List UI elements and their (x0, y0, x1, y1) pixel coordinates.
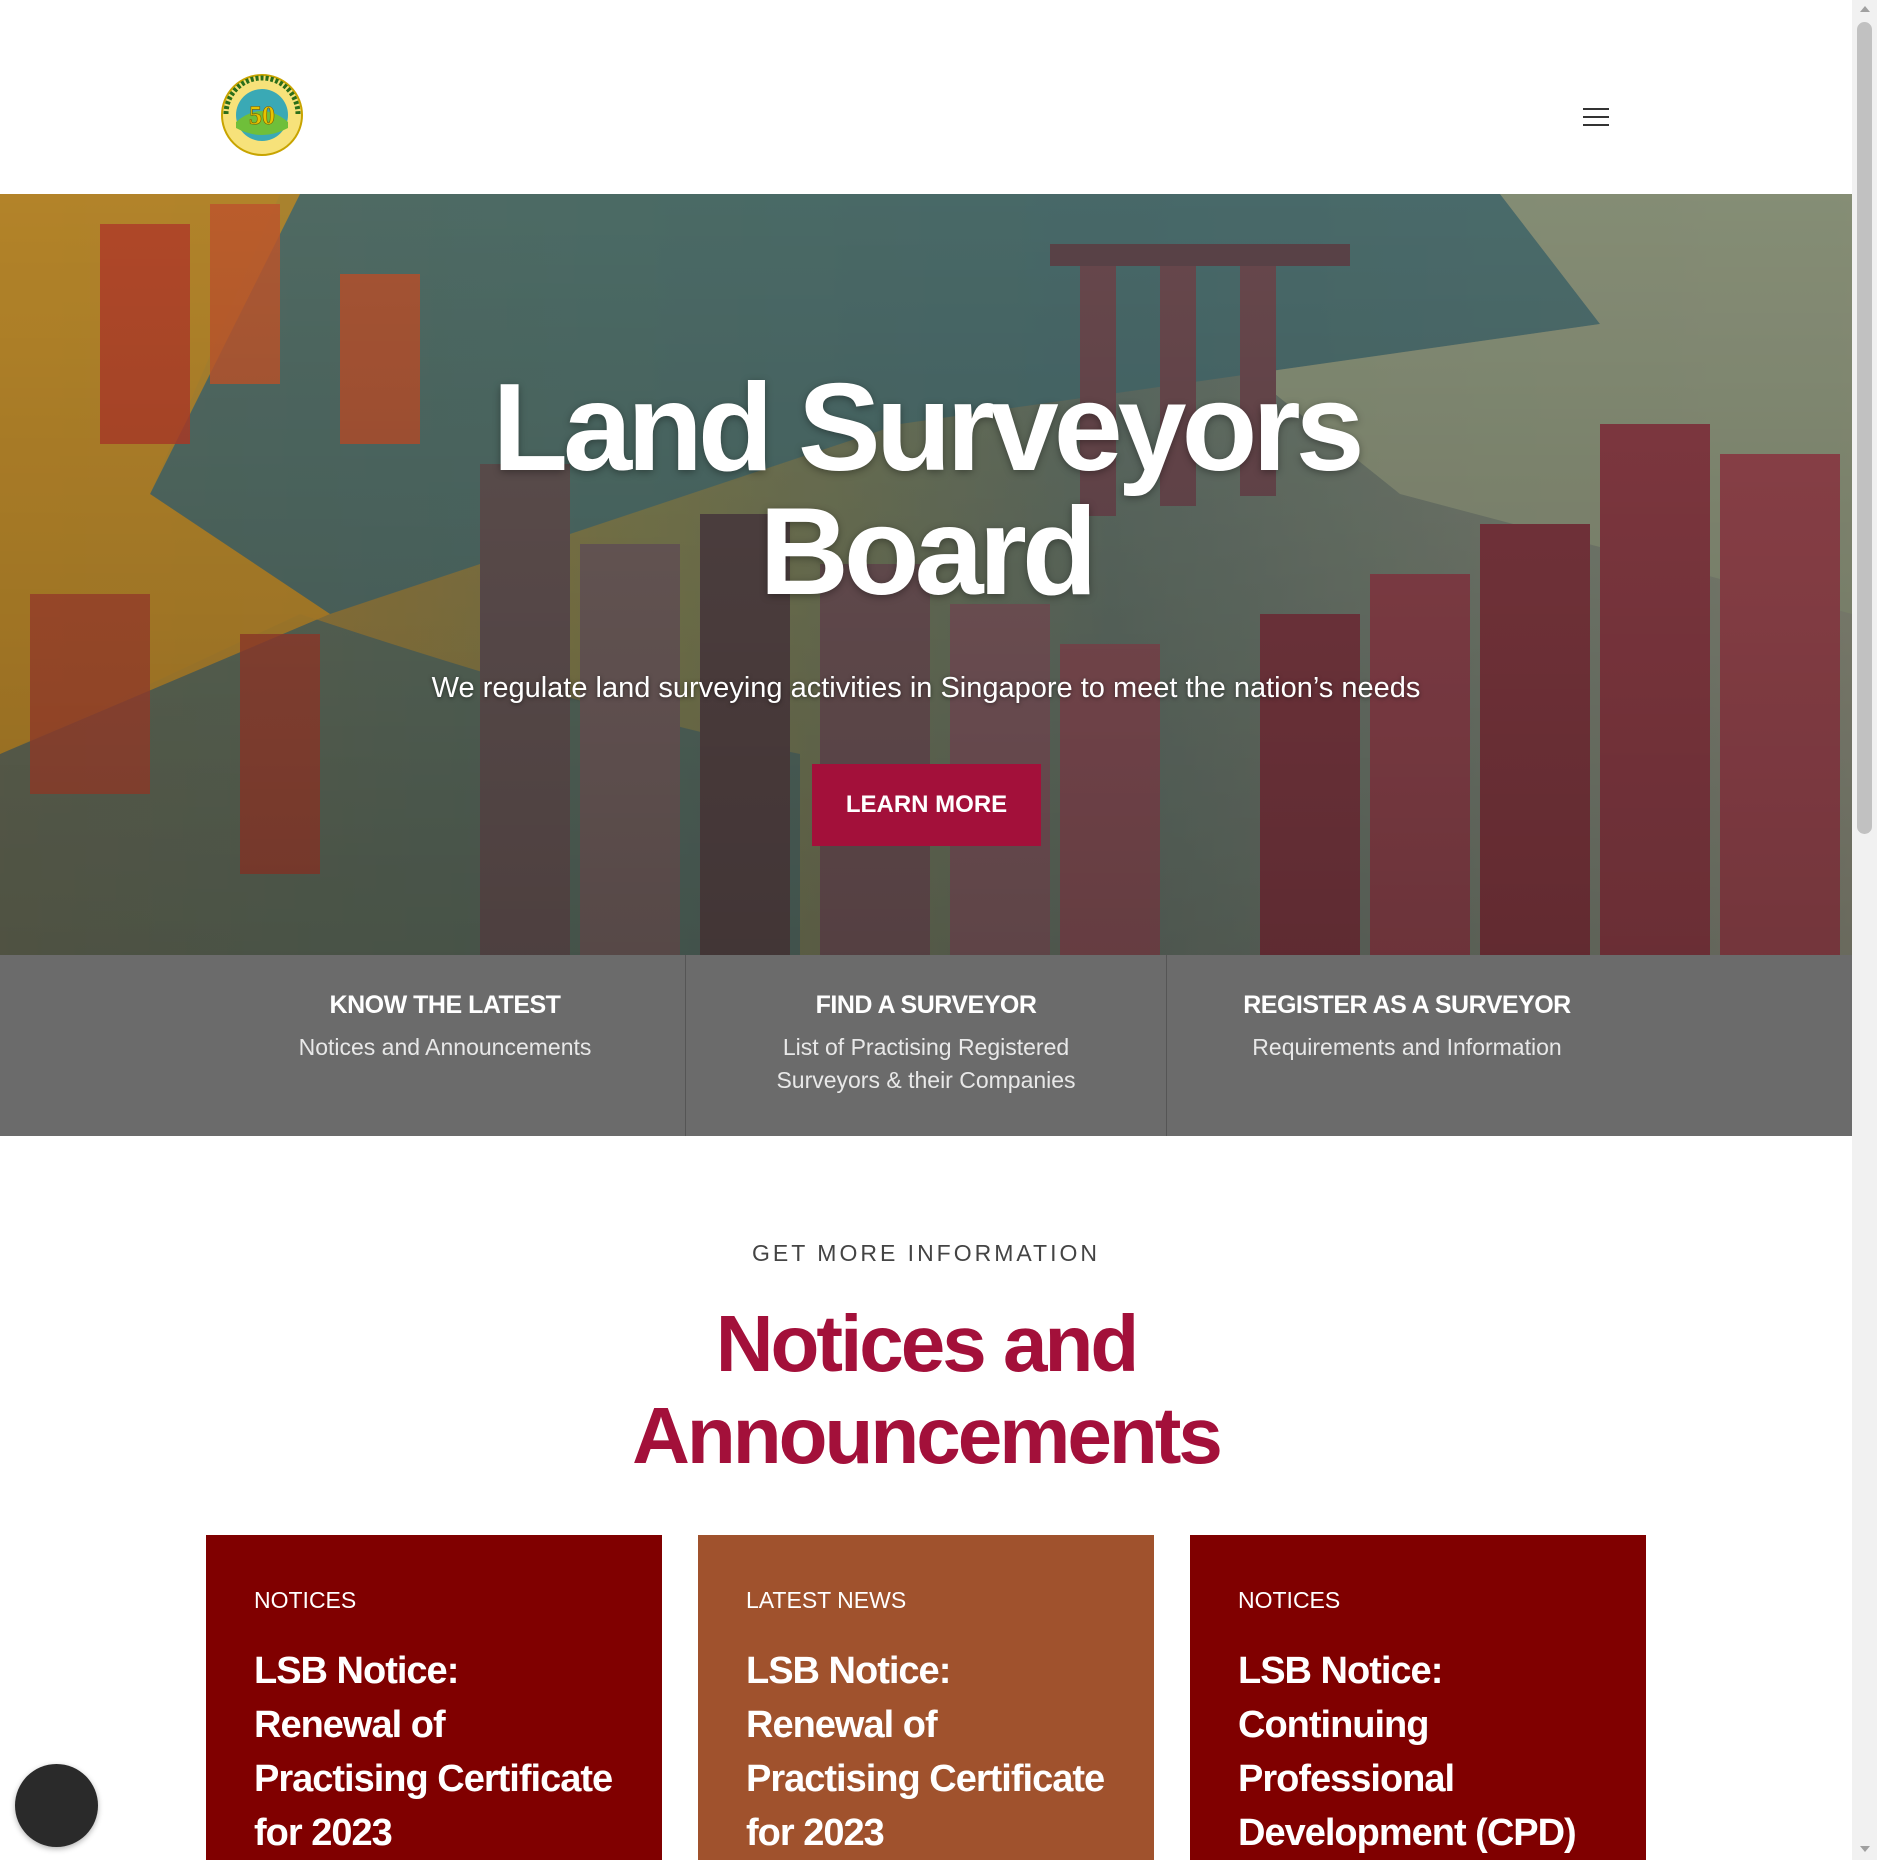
svg-text:50: 50 (249, 101, 275, 130)
notice-card-title[interactable]: LSB Notice: Renewal of Practising Certif… (254, 1644, 614, 1860)
section-label: GET MORE INFORMATION (752, 1240, 1100, 1266)
notice-card[interactable]: NOTICES LSB Notice: Renewal of Practisin… (206, 1535, 662, 1860)
quick-link-register-as-surveyor[interactable]: REGISTER AS A SURVEYOR Requirements and … (1167, 955, 1852, 1136)
scroll-down-arrow-icon[interactable] (1860, 1846, 1870, 1852)
notice-card-category: NOTICES (1238, 1587, 1341, 1613)
quick-link-know-the-latest[interactable]: KNOW THE LATEST Notices and Announcement… (0, 955, 686, 1136)
notice-card-title[interactable]: LSB Notice: Renewal of Practising Certif… (746, 1644, 1106, 1860)
quick-links-bar: KNOW THE LATEST Notices and Announcement… (0, 955, 1852, 1136)
quick-link-find-a-surveyor[interactable]: FIND A SURVEYOR List of Practising Regis… (686, 955, 1167, 1136)
quick-link-subtitle: Notices and Announcements (298, 1034, 592, 1060)
page: 50 Land Surveyors Board We regulate land… (0, 0, 1877, 1860)
learn-more-button[interactable]: LEARN MORE (812, 764, 1041, 846)
notice-card[interactable]: NOTICES LSB Notice: Continuing Professio… (1190, 1535, 1646, 1860)
notice-card[interactable]: LATEST NEWS LSB Notice: Renewal of Pract… (698, 1535, 1154, 1860)
quick-link-title: KNOW THE LATEST (329, 991, 561, 1019)
hero-content: Land Surveyors Board We regulate land su… (0, 194, 1852, 955)
section-title-line2: Announcements (632, 1391, 1223, 1480)
hero-subtitle: We regulate land surveying activities in… (431, 672, 1421, 704)
hero-banner: Land Surveyors Board We regulate land su… (0, 194, 1852, 955)
quick-link-title: REGISTER AS A SURVEYOR (1243, 991, 1571, 1019)
hero-title-line2: Board (759, 483, 1097, 621)
section-title-line1: Notices and (715, 1299, 1139, 1388)
quick-link-title: FIND A SURVEYOR (815, 991, 1037, 1019)
hamburger-menu-icon[interactable] (1580, 102, 1612, 130)
vertical-scrollbar[interactable] (1852, 0, 1877, 1860)
quick-link-subtitle: Requirements and Information (1252, 1034, 1562, 1060)
scrollbar-thumb[interactable] (1857, 22, 1872, 834)
scroll-up-arrow-icon[interactable] (1860, 6, 1870, 12)
notice-card-title[interactable]: LSB Notice: Continuing Professional Deve… (1238, 1644, 1598, 1860)
hero-title-line1: Land Surveyors (492, 359, 1364, 497)
chat-widget-button[interactable] (15, 1764, 98, 1847)
lsb-logo[interactable]: 50 (212, 70, 312, 160)
notice-card-category: NOTICES (254, 1587, 357, 1613)
quick-link-subtitle: List of Practising Registered Surveyors … (776, 1034, 1076, 1093)
section-title: Notices and Announcements (0, 1298, 1852, 1482)
notice-card-category: LATEST NEWS (746, 1587, 907, 1613)
site-header: 50 (0, 0, 1852, 194)
hero-title: Land Surveyors Board (0, 366, 1852, 614)
